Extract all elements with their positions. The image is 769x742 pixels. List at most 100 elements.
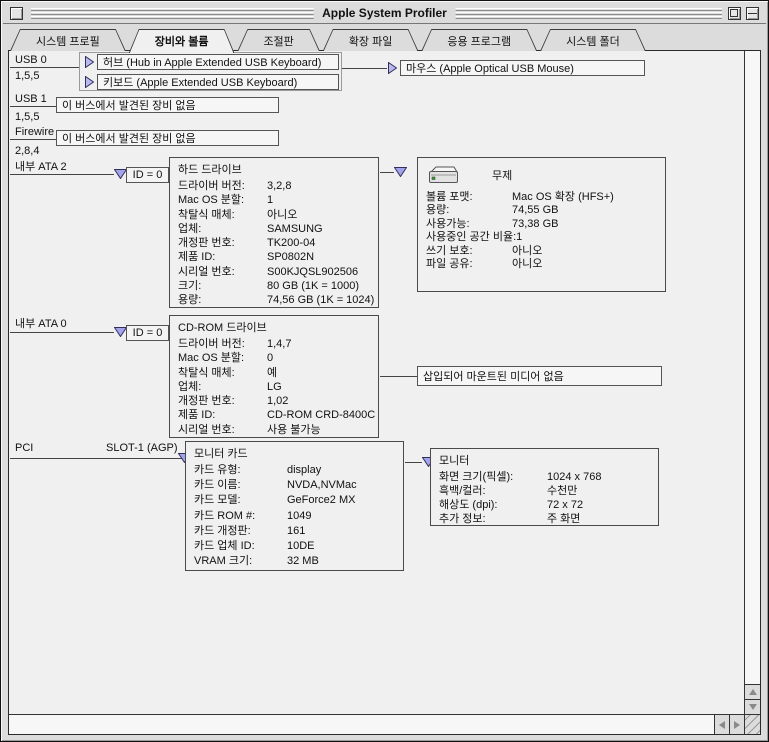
bus-label-usb1: USB 1 [15,93,47,105]
device-box-keyboard: 키보드 (Apple Extended USB Keyboard) [97,74,339,90]
info-row: 업체:SAMSUNG [170,222,378,236]
tab-system-folders[interactable]: 시스템 폴더 [540,29,646,51]
info-row: 크기:80 GB (1K = 1000) [170,279,378,293]
expand-arrow-icon[interactable] [85,76,94,88]
scroll-right-icon [734,721,740,729]
panel-title: 하드 드라이브 [170,158,378,179]
info-row: 드라이버 버전:3,2,8 [170,179,378,193]
bus-label-pci: PCI [15,442,33,454]
apple-system-profiler-window: Apple System Profiler 시스템 프로필 장비와 볼륨 조절판… [0,0,769,742]
resize-grip-icon[interactable] [744,714,760,734]
info-row: 화면 크기(픽셀):1024 x 768 [431,470,658,484]
cdrom-panel: CD-ROM 드라이브 드라이버 버전:1,4,7 Mac OS 분할:0 착탈… [169,315,379,438]
devices-and-volumes-content: USB 0 1,5,5 허브 (Hub in Apple Extended US… [9,51,744,714]
zoom-box-icon[interactable] [728,7,741,20]
info-row: 쓰기 보호:아니오 [418,245,665,258]
info-row: 추가 정보:주 화면 [431,512,658,526]
panel-title: 모니터 카드 [186,442,403,463]
media-empty-box: 삽입되어 마운트된 미디어 없음 [417,366,662,386]
info-row: 볼륨 포맷:Mac OS 확장 (HFS+) [418,191,665,204]
connector-line [10,458,186,459]
info-row: 용량:74,55 GB [418,204,665,217]
connector-line [10,332,114,333]
info-row: 카드 유형:display [186,463,403,478]
info-row: Mac OS 분할:0 [170,351,378,365]
monitor-panel: 모니터 화면 크기(픽셀):1024 x 768 흑백/컬러:수천만 해상도 (… [430,448,659,526]
title-bar[interactable]: Apple System Profiler [3,3,766,24]
connector-line [10,67,79,68]
info-row: 카드 업체 ID:10DE [186,539,403,554]
tab-extensions[interactable]: 확장 파일 [323,29,419,51]
connector-line [405,462,422,463]
bus-label-ata2: 내부 ATA 2 [15,158,67,174]
bus-version-firewire: 2,8,4 [15,145,39,157]
scroll-up-button[interactable] [745,684,760,699]
info-row: 흑백/컬러:수천만 [431,484,658,498]
disclosure-triangle-icon[interactable] [394,167,407,177]
bus-version-usb1: 1,5,5 [15,111,39,123]
info-row: 드라이버 버전:1,4,7 [170,337,378,351]
panel-title: 모니터 [431,449,658,470]
info-row: 파일 공유:아니오 [418,258,665,271]
info-row: 업체:LG [170,380,378,394]
info-row: 사용중인 공간 비율:1 [418,231,665,244]
scroll-right-button[interactable] [729,715,744,734]
vertical-scrollbar[interactable] [744,51,760,714]
info-row: 용량:74,56 GB (1K = 1024) [170,293,378,307]
info-row: 착탈식 매체:아니오 [170,208,378,222]
tab-applications[interactable]: 응용 프로그램 [421,29,537,51]
tab-label: 장비와 볼륨 [129,29,235,49]
usb1-empty-box: 이 버스에서 발견된 장비 없음 [56,97,279,113]
device-box-hub: 허브 (Hub in Apple Extended USB Keyboard) [97,54,339,70]
info-row: Mac OS 분할:1 [170,193,378,207]
tab-devices-and-volumes[interactable]: 장비와 볼륨 [129,29,235,53]
info-row: 시리얼 번호:사용 불가능 [170,423,378,437]
info-row: 제품 ID:SP0802N [170,250,378,264]
tab-label: 조절판 [237,29,319,49]
connector-line [10,139,56,140]
ata0-id-box: ID = 0 [126,325,169,341]
expand-arrow-icon[interactable] [85,56,94,68]
info-row: 시리얼 번호:S00KJQSL902506 [170,265,378,279]
hard-drive-panel: 하드 드라이브 드라이버 버전:3,2,8 Mac OS 분할:1 착탈식 매체… [169,157,379,308]
scroll-left-icon [719,721,725,729]
horizontal-scrollbar[interactable] [9,714,744,734]
pci-slot-label: SLOT-1 (AGP) [106,442,178,454]
info-row: VRAM 크기:32 MB [186,554,403,569]
tab-label: 시스템 폴더 [540,29,646,49]
panel-title: CD-ROM 드라이브 [170,316,378,337]
info-row: 카드 모델:GeForce2 MX [186,493,403,508]
volume-panel: 무제 볼륨 포맷:Mac OS 확장 (HFS+) 용량:74,55 GB 사용… [417,157,666,292]
scroll-left-button[interactable] [714,715,729,734]
info-row: 착탈식 매체:예 [170,366,378,380]
expand-arrow-icon[interactable] [388,62,397,74]
connector-line [380,376,418,377]
info-row: 카드 개정판:161 [186,524,403,539]
info-row: 카드 이름:NVDA,NVMac [186,478,403,493]
connector-line [342,68,387,69]
scroll-down-button[interactable] [745,699,760,714]
monitor-card-panel: 모니터 카드 카드 유형:display 카드 이름:NVDA,NVMac 카드… [185,441,404,571]
scroll-down-icon [749,704,757,710]
firewire-empty-box: 이 버스에서 발견된 장비 없음 [56,130,279,146]
volume-name: 무제 [492,167,512,183]
tab-control-panels[interactable]: 조절판 [237,29,319,51]
bus-label-firewire: Firewire [15,126,54,138]
connector-line [380,172,394,173]
connector-line [10,106,56,107]
scroll-up-icon [749,689,757,695]
device-box-mouse: 마우스 (Apple Optical USB Mouse) [400,60,645,76]
connector-line [10,174,114,175]
bus-label-usb0: USB 0 [15,54,47,66]
info-row: 개정판 번호:1,02 [170,394,378,408]
info-row: 사용가능:73,38 GB [418,218,665,231]
ata2-id-box: ID = 0 [126,167,169,183]
collapse-box-icon[interactable] [746,7,759,20]
bus-version-usb0: 1,5,5 [15,70,39,82]
close-box-icon[interactable] [10,7,23,20]
tab-system-profile[interactable]: 시스템 프로필 [10,29,126,51]
info-row: 제품 ID:CD-ROM CRD-8400C [170,408,378,422]
window-title: Apple System Profiler [313,6,456,20]
info-row: 개정판 번호:TK200-04 [170,236,378,250]
bus-label-ata0: 내부 ATA 0 [15,315,67,331]
